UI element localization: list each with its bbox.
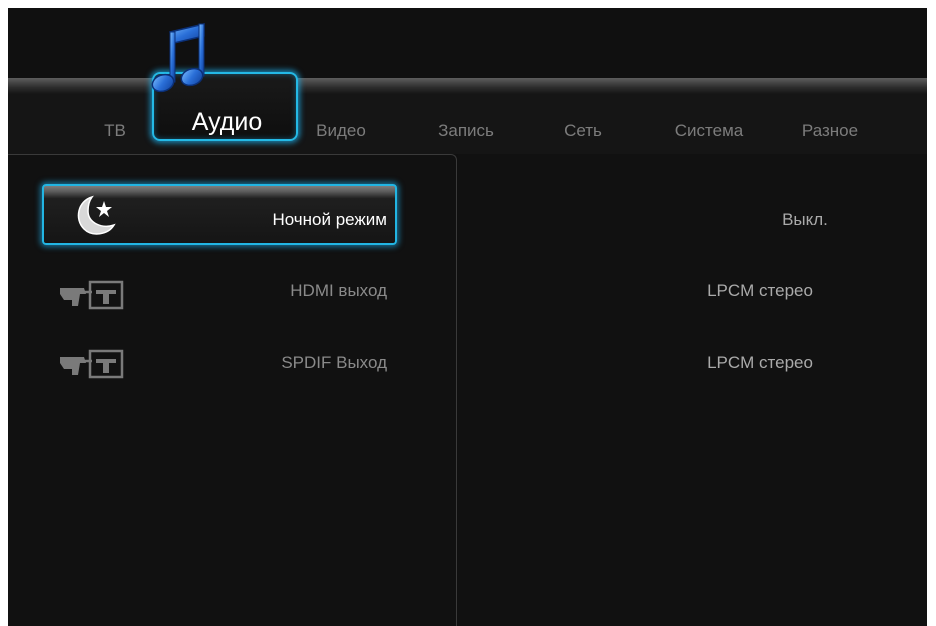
setting-label-night-mode: Ночной режим [272, 210, 387, 229]
tab-network[interactable]: Сеть [564, 121, 602, 141]
tab-misc[interactable]: Разное [802, 121, 858, 141]
setting-value-spdif[interactable]: LPCM стерео [707, 353, 813, 373]
setting-value-night-mode[interactable]: Выкл. [782, 210, 828, 230]
tab-tv[interactable]: ТВ [104, 121, 126, 141]
tab-audio-label: Аудио [191, 108, 263, 136]
music-note-icon [151, 23, 205, 93]
audio-output-icon [60, 349, 124, 379]
setting-label-hdmi: HDMI выход [290, 281, 387, 300]
tab-recording[interactable]: Запись [438, 121, 494, 141]
setting-label-spdif: SPDIF Выход [281, 353, 387, 372]
tab-video[interactable]: Видео [316, 121, 366, 141]
settings-value-panel [458, 154, 927, 626]
setting-value-hdmi[interactable]: LPCM стерео [707, 281, 813, 301]
tab-system[interactable]: Система [675, 121, 743, 141]
night-mode-icon [77, 195, 116, 235]
settings-screen: ТВ Видео Запись Сеть Система Разное Ауди… [8, 8, 927, 626]
audio-output-icon [60, 280, 124, 310]
